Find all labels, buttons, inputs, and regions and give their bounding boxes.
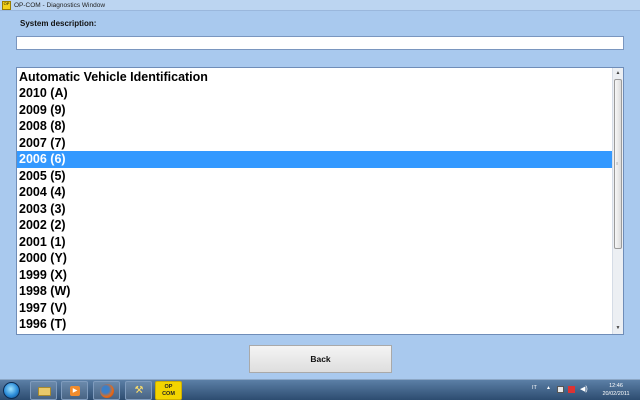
action-center-flag-icon[interactable]	[568, 386, 575, 393]
network-icon[interactable]	[557, 386, 564, 393]
list-item[interactable]: 2001 (1)	[17, 234, 612, 251]
folder-icon	[38, 387, 51, 396]
clock-time: 12:46	[609, 383, 623, 389]
taskbar-tool-button[interactable]: ⚒	[125, 381, 152, 400]
volume-icon[interactable]: ◀)	[580, 386, 588, 393]
opcom-app-icon: OP	[2, 1, 11, 10]
list-item[interactable]: 2000 (Y)	[17, 250, 612, 267]
list-header: Automatic Vehicle Identification	[19, 70, 208, 84]
list-item[interactable]: 1999 (X)	[17, 267, 612, 284]
show-hidden-icons-arrow-icon[interactable]: ▲	[546, 385, 551, 391]
vertical-scrollbar[interactable]: ▲ ≡ ▼	[612, 68, 623, 334]
wrench-icon: ⚒	[134, 385, 144, 396]
clock-date: 20/02/2011	[602, 391, 630, 397]
scroll-up-arrow-icon[interactable]: ▲	[614, 69, 622, 78]
list-item[interactable]: 2002 (2)	[17, 217, 612, 234]
clock[interactable]: 12:46 20/02/2011	[596, 382, 636, 398]
scroll-down-arrow-icon[interactable]: ▼	[614, 324, 622, 333]
back-button[interactable]: Back	[249, 345, 392, 373]
list-item[interactable]: 1996 (T)	[17, 316, 612, 333]
list-item[interactable]: 2010 (A)	[17, 85, 612, 102]
title-bar: OP OP-COM - Diagnostics Window	[0, 0, 640, 11]
taskbar: ▶ ⚒ OP COM IT ▲ ◀) 12:46 20/02/2011	[0, 379, 640, 400]
list-item[interactable]: 2009 (9)	[17, 102, 612, 119]
list-item[interactable]: 2008 (8)	[17, 118, 612, 135]
list-item[interactable]: 2007 (7)	[17, 135, 612, 152]
opcom-label-line2: COM	[162, 391, 175, 397]
system-description-field[interactable]	[16, 36, 624, 50]
media-player-icon: ▶	[70, 386, 80, 396]
opcom-label-line1: OP	[164, 384, 173, 390]
scrollbar-thumb[interactable]: ≡	[614, 79, 622, 249]
firefox-icon	[100, 384, 114, 398]
listbox-content: Automatic Vehicle Identification 2010 (A…	[17, 68, 612, 334]
window-title: OP-COM - Diagnostics Window	[14, 2, 106, 9]
vehicle-identification-listbox[interactable]: Automatic Vehicle Identification 2010 (A…	[16, 67, 624, 335]
language-indicator[interactable]: IT	[532, 385, 537, 391]
taskbar-media-player-button[interactable]: ▶	[61, 381, 88, 400]
grip-icon: ≡	[616, 161, 619, 166]
list-item[interactable]: 2006 (6)	[17, 151, 612, 168]
start-button[interactable]	[3, 382, 20, 399]
taskbar-explorer-button[interactable]	[30, 381, 57, 400]
taskbar-firefox-button[interactable]	[93, 381, 120, 400]
list-item[interactable]: 2004 (4)	[17, 184, 612, 201]
system-description-label: System description:	[20, 19, 97, 28]
list-item[interactable]: 2003 (3)	[17, 201, 612, 218]
taskbar-opcom-button[interactable]: OP COM	[155, 381, 182, 400]
list-item[interactable]: 1997 (V)	[17, 300, 612, 317]
list-item[interactable]: 2005 (5)	[17, 168, 612, 185]
list-item[interactable]: 1998 (W)	[17, 283, 612, 300]
